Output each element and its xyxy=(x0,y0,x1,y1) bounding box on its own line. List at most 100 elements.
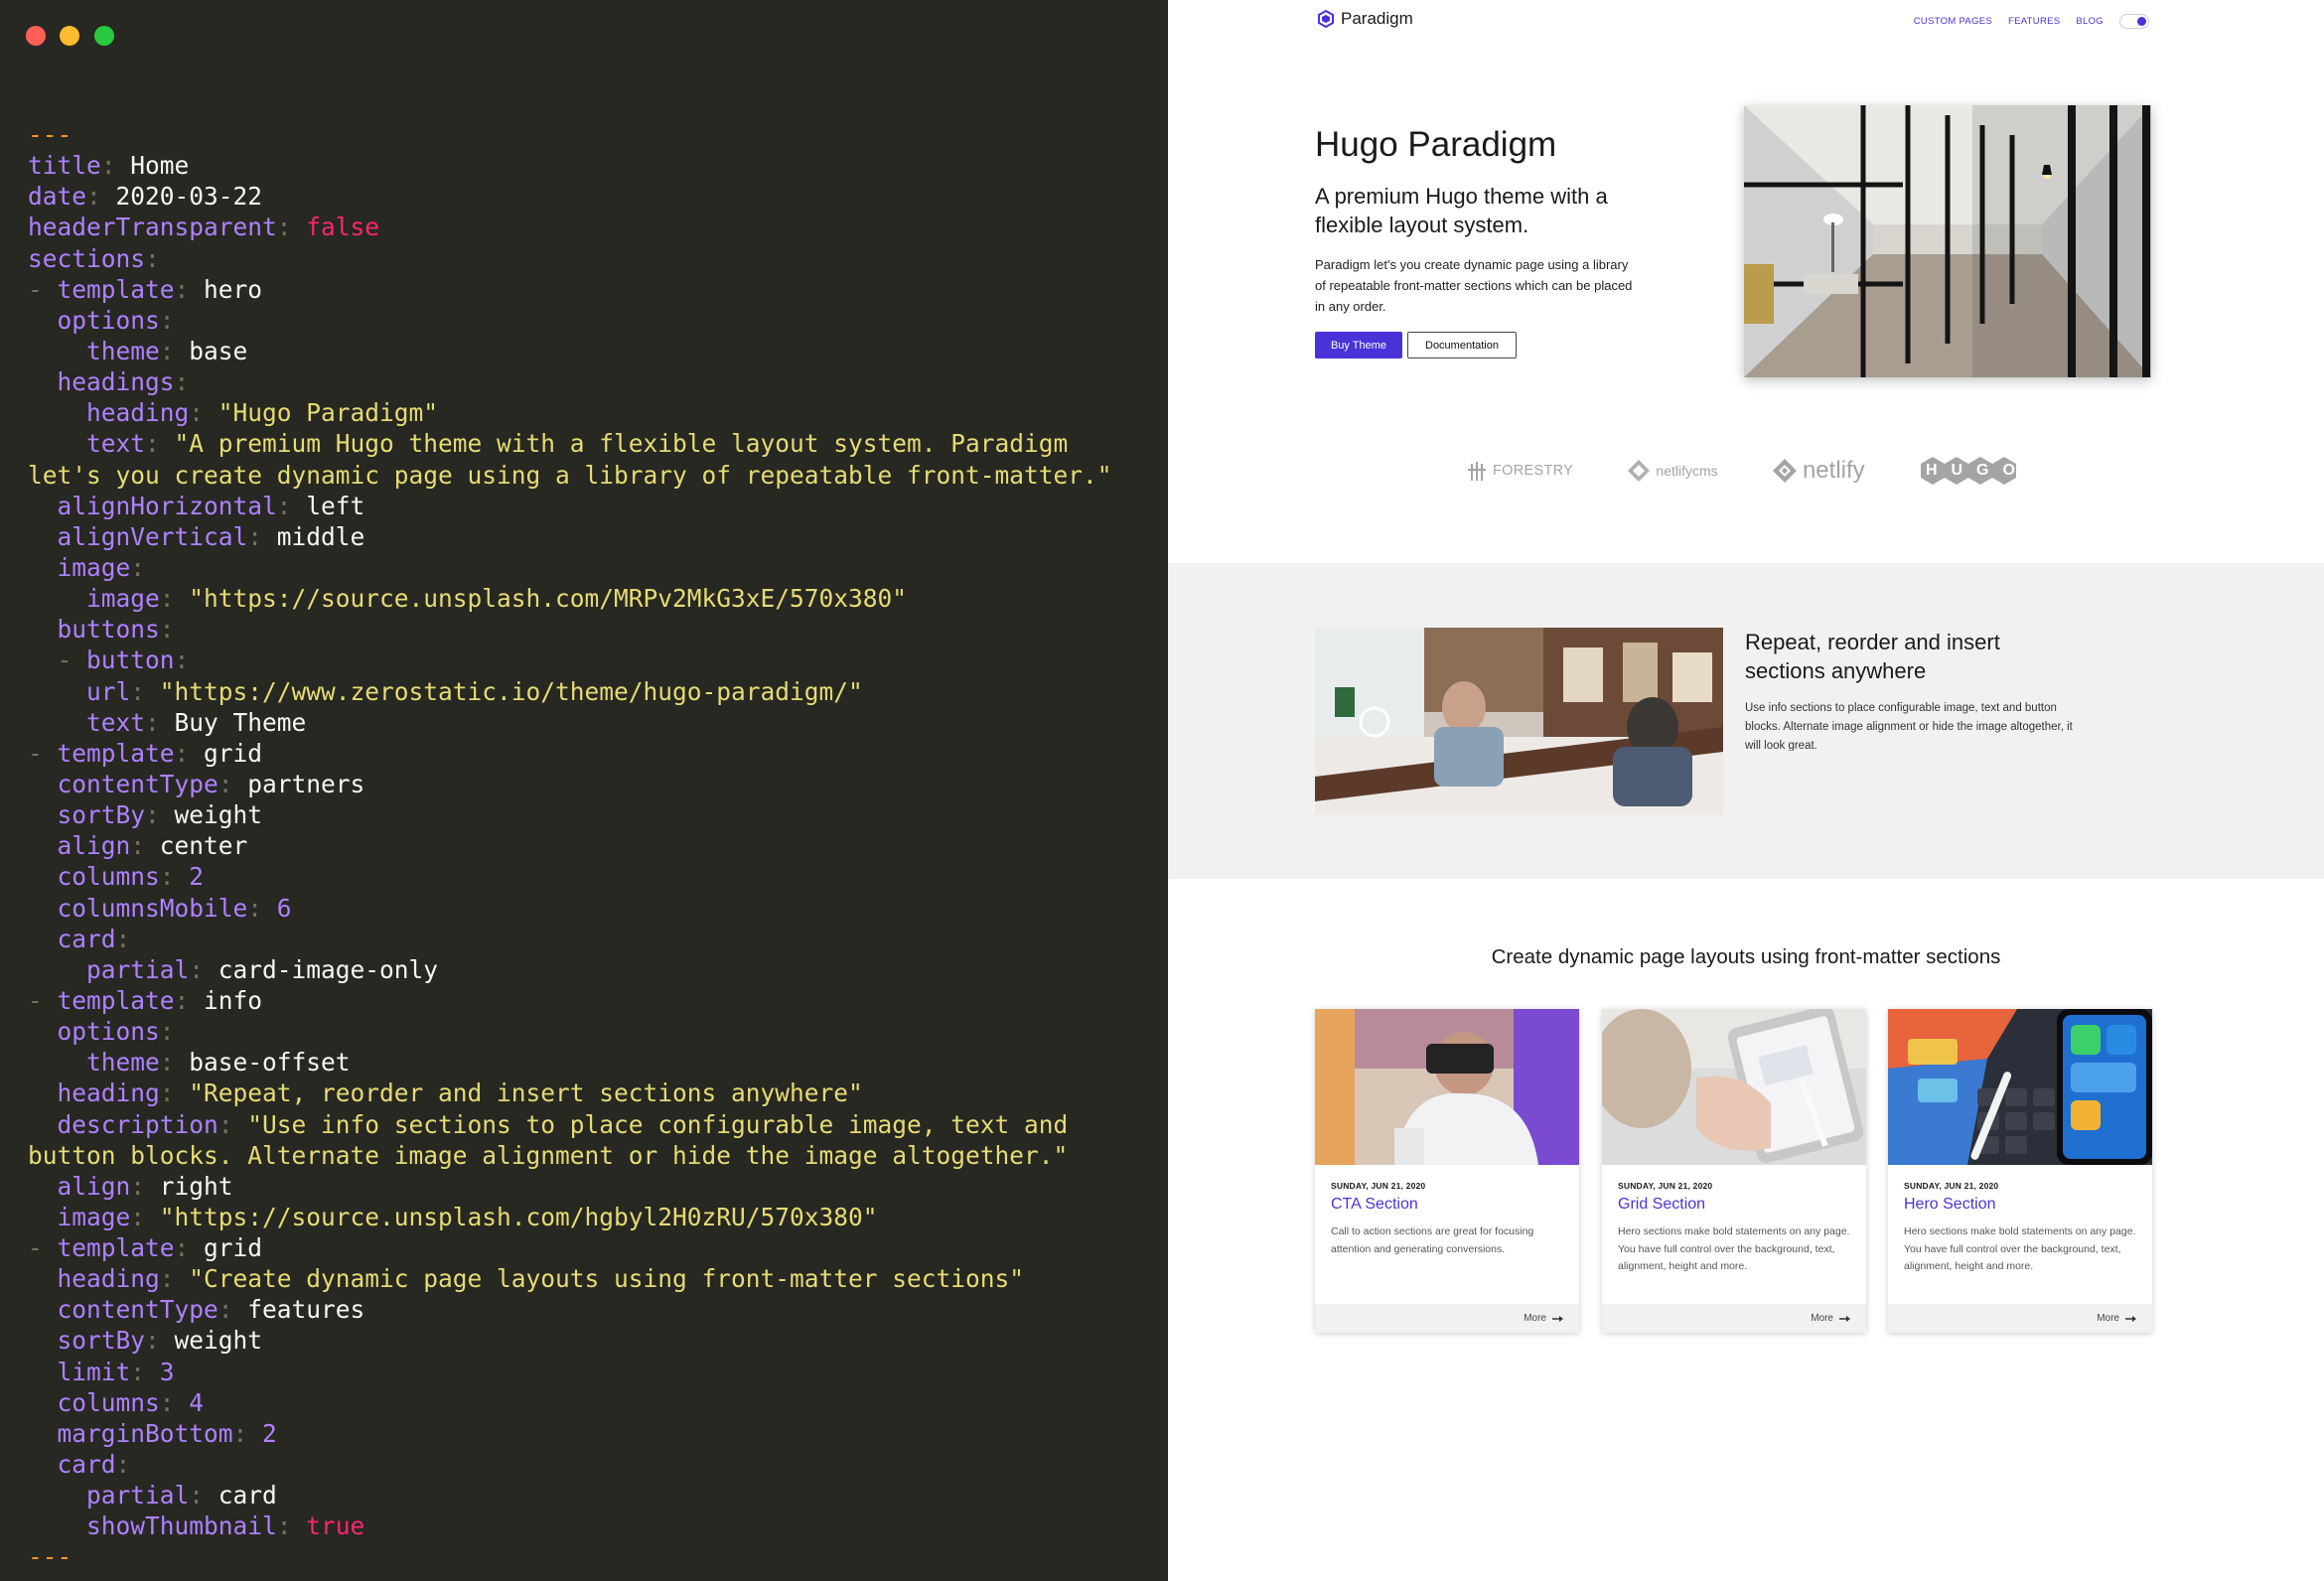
code-token: 3 xyxy=(159,1357,175,1386)
website-preview: Paradigm CUSTOM PAGES FEATURES BLOG Hugo… xyxy=(1168,0,2324,1581)
code-token: limit xyxy=(57,1357,131,1386)
card-title[interactable]: CTA Section xyxy=(1331,1196,1418,1214)
code-token: : xyxy=(189,954,218,984)
code-token: template xyxy=(57,985,175,1015)
code-line: contentType: partners xyxy=(28,769,1112,799)
code-line: --- xyxy=(28,119,1112,150)
code-line: columns: 2 xyxy=(28,861,1112,892)
card-title[interactable]: Grid Section xyxy=(1618,1196,1705,1214)
theme-toggle[interactable] xyxy=(2119,14,2149,29)
code-line: image: xyxy=(28,552,1112,583)
code-token: "https://www.zerostatic.io/theme/hugo-pa… xyxy=(159,676,863,706)
site-logo[interactable]: Paradigm xyxy=(1317,9,1413,29)
code-token: : xyxy=(159,305,175,335)
partner-logos: FORESTRY netlifycms netlify HUGO xyxy=(1466,455,2022,487)
card-title[interactable]: Hero Section xyxy=(1904,1196,1996,1214)
code-token: marginBottom xyxy=(57,1418,233,1448)
card-date: SUNDAY, JUN 21, 2020 xyxy=(1331,1181,1426,1191)
code-token: : xyxy=(232,1418,263,1448)
code-token: : xyxy=(218,1109,248,1139)
code-token: : xyxy=(145,429,175,459)
code-token: : xyxy=(218,769,248,798)
code-token: heading xyxy=(86,398,190,428)
code-token: 2 xyxy=(262,1418,277,1448)
code-token: text xyxy=(86,707,146,737)
code-line: theme: base-offset xyxy=(28,1047,1112,1078)
netlify-icon xyxy=(1772,459,1797,483)
card-more-link[interactable]: More xyxy=(1811,1313,1833,1324)
code-token: base xyxy=(189,336,248,365)
code-token: theme xyxy=(86,1048,160,1078)
code-token: : xyxy=(159,336,190,365)
nav-custom-pages[interactable]: CUSTOM PAGES xyxy=(1914,16,1992,27)
code-token: title xyxy=(28,151,101,181)
code-token: image xyxy=(57,552,131,582)
info-description: Use info sections to place configurable … xyxy=(1745,702,2073,751)
code-line: contentType: features xyxy=(28,1294,1112,1325)
minimize-window-button[interactable] xyxy=(60,26,79,46)
code-token: : xyxy=(86,182,116,212)
code-token: - xyxy=(28,985,58,1015)
code-token: Buy Theme xyxy=(174,707,307,737)
code-token: "https://source.unsplash.com/hgbyl2H0zRU… xyxy=(159,1202,878,1231)
arrow-right-icon xyxy=(2125,1315,2136,1322)
code-token: "Repeat, reorder and insert sections any… xyxy=(189,1078,863,1108)
code-token: grid xyxy=(204,1233,263,1263)
feature-card-cta[interactable]: SUNDAY, JUN 21, 2020 CTA Section Call to… xyxy=(1315,1009,1579,1333)
code-token: : xyxy=(115,924,131,953)
code-token: base-offset xyxy=(189,1048,351,1078)
partner-forestry[interactable]: FORESTRY xyxy=(1466,460,1573,482)
arrow-right-icon xyxy=(1552,1315,1563,1322)
code-token: "Hugo Paradigm" xyxy=(218,398,439,428)
code-line: --- xyxy=(28,1541,1112,1572)
code-line: heading: "Repeat, reorder and insert sec… xyxy=(28,1078,1112,1108)
code-token: sortBy xyxy=(57,800,146,830)
code-token: card xyxy=(57,924,116,953)
code-token: true xyxy=(306,1511,365,1541)
code-token: card-image-only xyxy=(218,954,439,984)
code-token: right xyxy=(159,1171,233,1201)
card-more-link[interactable]: More xyxy=(2097,1313,2119,1324)
card-more-link[interactable]: More xyxy=(1524,1313,1546,1324)
code-token: : xyxy=(189,1481,218,1510)
code-line: partial: card xyxy=(28,1480,1112,1510)
hero-image-office-corridor xyxy=(1744,105,2151,377)
feature-card-hero[interactable]: SUNDAY, JUN 21, 2020 Hero Section Hero s… xyxy=(1888,1009,2152,1333)
hugo-wordmark: HUGO xyxy=(1925,462,2015,479)
partner-netlify[interactable]: netlify xyxy=(1772,457,1865,485)
code-line: card: xyxy=(28,924,1112,954)
zoom-window-button[interactable] xyxy=(94,26,114,46)
code-line: - template: grid xyxy=(28,1232,1112,1263)
code-token: : xyxy=(218,1295,248,1325)
front-matter-code[interactable]: --- title: Home date: 2020-03-22 headerTran… xyxy=(28,119,1112,1573)
code-token: buttons xyxy=(57,615,160,645)
code-token: : xyxy=(130,552,146,582)
partner-hugo[interactable]: HUGO xyxy=(1919,455,2022,487)
code-token: card xyxy=(57,1450,116,1480)
code-token: 2020-03-22 xyxy=(115,182,263,212)
code-line: - button: xyxy=(28,645,1112,675)
code-token: : xyxy=(115,1450,131,1480)
nav-blog[interactable]: BLOG xyxy=(2076,16,2104,27)
close-window-button[interactable] xyxy=(26,26,46,46)
code-token: url xyxy=(86,676,131,706)
buy-theme-button[interactable]: Buy Theme xyxy=(1315,332,1402,359)
code-token: : xyxy=(174,985,205,1015)
code-token: partners xyxy=(247,769,365,798)
partner-netlifycms[interactable]: netlifycms xyxy=(1627,459,1718,483)
documentation-button[interactable]: Documentation xyxy=(1407,332,1517,359)
feature-card-grid[interactable]: SUNDAY, JUN 21, 2020 Grid Section Hero s… xyxy=(1602,1009,1866,1333)
code-line: image: "https://source.unsplash.com/MRPv… xyxy=(28,583,1112,614)
nav-features[interactable]: FEATURES xyxy=(2008,16,2060,27)
